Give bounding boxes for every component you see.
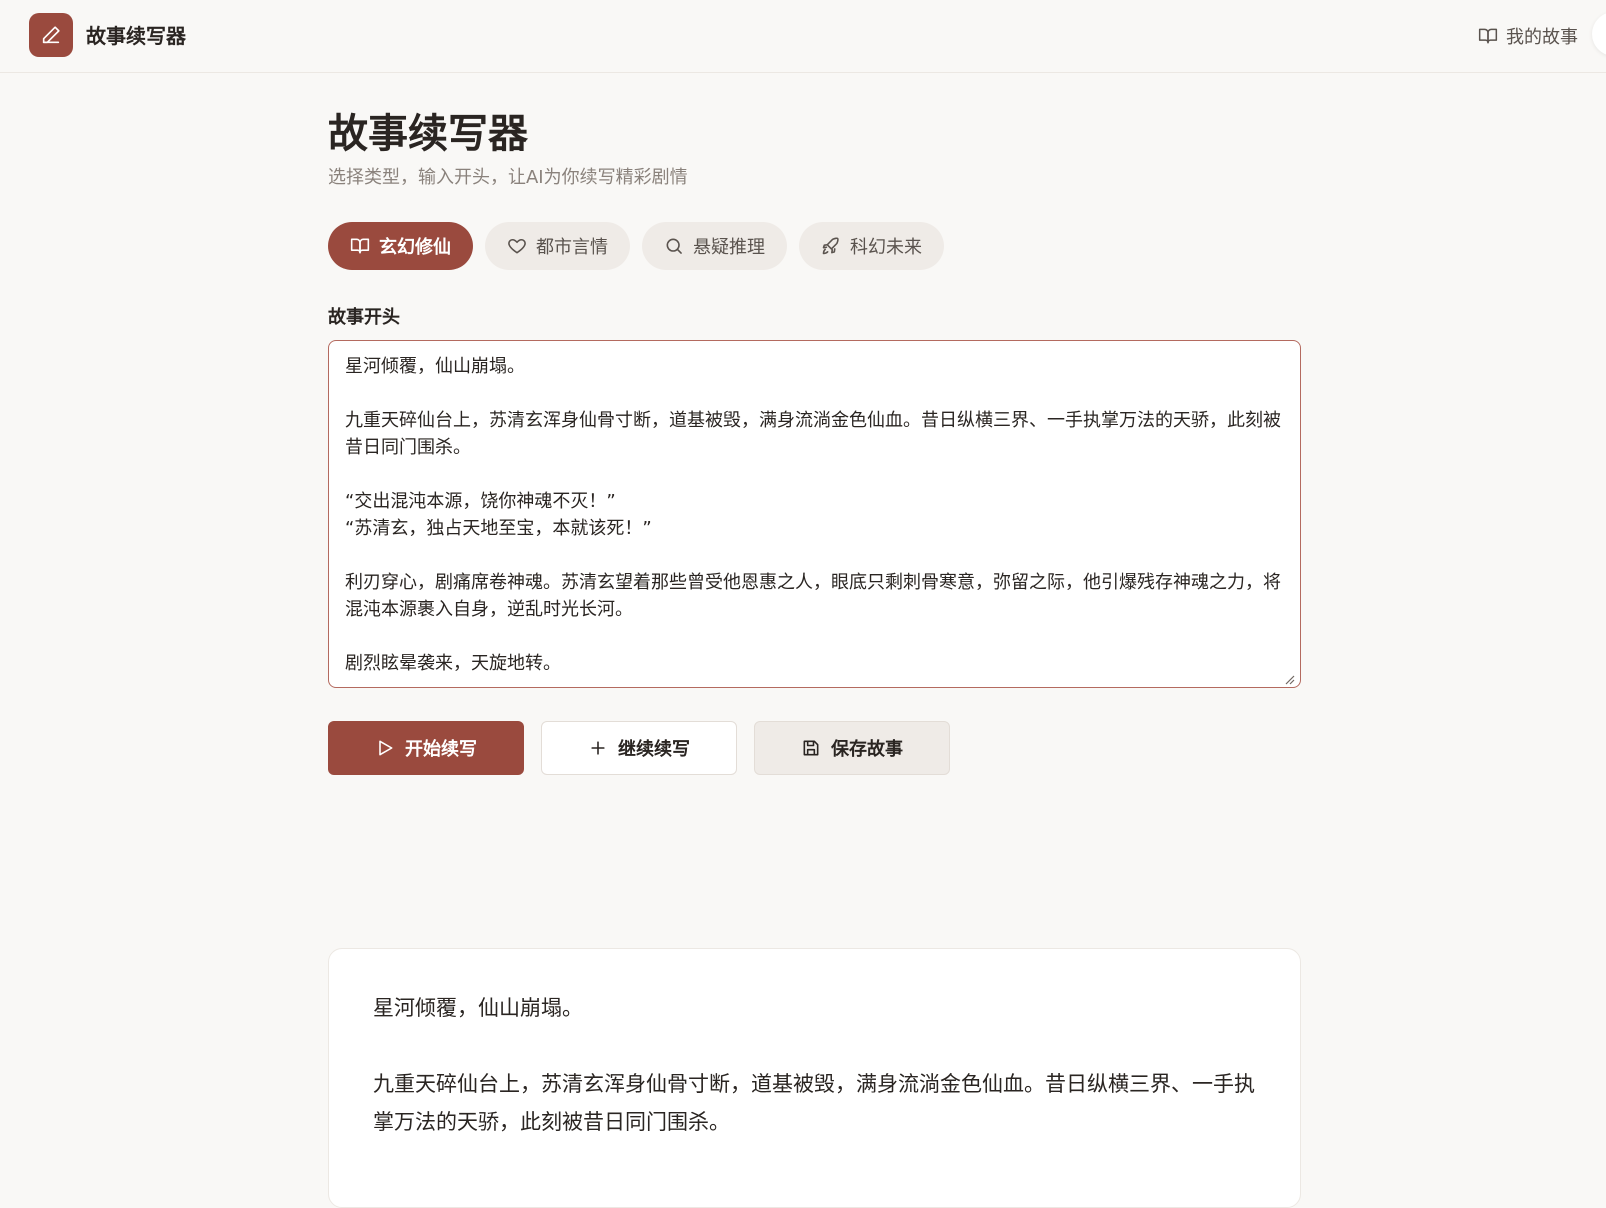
continue-writing-label: 继续续写 bbox=[618, 739, 690, 760]
resize-grip-icon bbox=[1285, 675, 1295, 685]
save-story-button[interactable]: 保存故事 bbox=[754, 721, 950, 775]
search-icon bbox=[666, 238, 682, 254]
genre-chip-urban-romance[interactable]: 都市言情 bbox=[485, 222, 630, 270]
book-open-icon bbox=[350, 238, 370, 254]
genre-chip-label: 都市言情 bbox=[536, 237, 608, 258]
save-icon bbox=[803, 740, 819, 756]
continue-writing-button[interactable]: 继续续写 bbox=[541, 721, 737, 775]
app-logo[interactable] bbox=[29, 13, 73, 57]
heart-icon bbox=[508, 238, 526, 254]
story-paragraph: 星河倾覆，仙山崩塌。 bbox=[373, 996, 583, 1020]
genre-chip-mystery[interactable]: 悬疑推理 bbox=[642, 222, 787, 270]
plus-icon bbox=[591, 741, 605, 755]
start-writing-label: 开始续写 bbox=[405, 739, 477, 760]
genre-chip-label: 科幻未来 bbox=[850, 237, 922, 258]
genre-chip-scifi[interactable]: 科幻未来 bbox=[799, 222, 944, 270]
genre-selector: 玄幻修仙 都市言情 悬疑推理 科幻未来 bbox=[328, 222, 944, 270]
my-stories-label: 我的故事 bbox=[1506, 27, 1578, 48]
page-title: 故事续写器 bbox=[328, 111, 528, 157]
story-paragraph: 九重天碎仙台上，苏清玄浑身仙骨寸断，道基被毁，满身流淌金色仙血。昔日纵横三界、一… bbox=[373, 1072, 1255, 1134]
save-story-label: 保存故事 bbox=[831, 739, 903, 760]
textarea-resize-handle[interactable] bbox=[1283, 670, 1295, 689]
pencil-icon bbox=[42, 26, 60, 44]
my-stories-link[interactable]: 我的故事 bbox=[1478, 22, 1578, 50]
book-open-icon bbox=[1478, 28, 1498, 44]
user-avatar-button[interactable] bbox=[1592, 12, 1606, 56]
app-name: 故事续写器 bbox=[86, 24, 186, 48]
story-opening-textarea[interactable]: 星河倾覆，仙山崩塌。 九重天碎仙台上，苏清玄浑身仙骨寸断，道基被毁，满身流淌金色… bbox=[328, 340, 1301, 688]
story-opening-label: 故事开头 bbox=[328, 307, 400, 328]
rocket-icon bbox=[822, 237, 839, 255]
story-output-card: 星河倾覆，仙山崩塌。 九重天碎仙台上，苏清玄浑身仙骨寸断，道基被毁，满身流淌金色… bbox=[328, 948, 1301, 1208]
play-icon bbox=[379, 740, 393, 756]
page-subtitle: 选择类型，输入开头，让AI为你续写精彩剧情 bbox=[328, 167, 688, 188]
genre-chip-label: 悬疑推理 bbox=[693, 237, 765, 258]
top-navigation-bar: 故事续写器 我的故事 bbox=[0, 0, 1606, 73]
start-writing-button[interactable]: 开始续写 bbox=[328, 721, 524, 775]
genre-chip-xuanhuan[interactable]: 玄幻修仙 bbox=[328, 222, 473, 270]
genre-chip-label: 玄幻修仙 bbox=[379, 237, 451, 258]
action-buttons: 开始续写 继续续写 保存故事 bbox=[328, 721, 950, 775]
